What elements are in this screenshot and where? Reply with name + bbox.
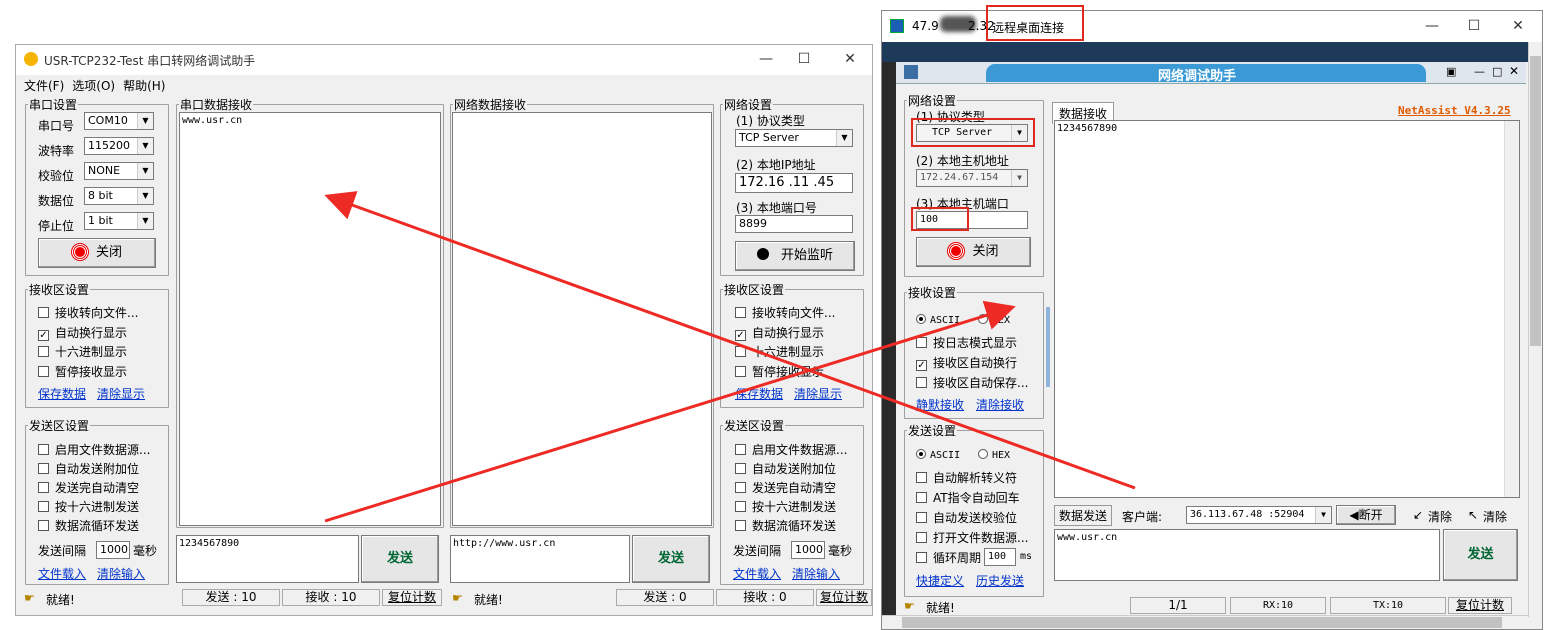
arrow-to-netassist-recv bbox=[324, 300, 1016, 523]
arrow-to-serial-recv bbox=[324, 191, 1136, 490]
annotation-arrows bbox=[324, 191, 1136, 523]
